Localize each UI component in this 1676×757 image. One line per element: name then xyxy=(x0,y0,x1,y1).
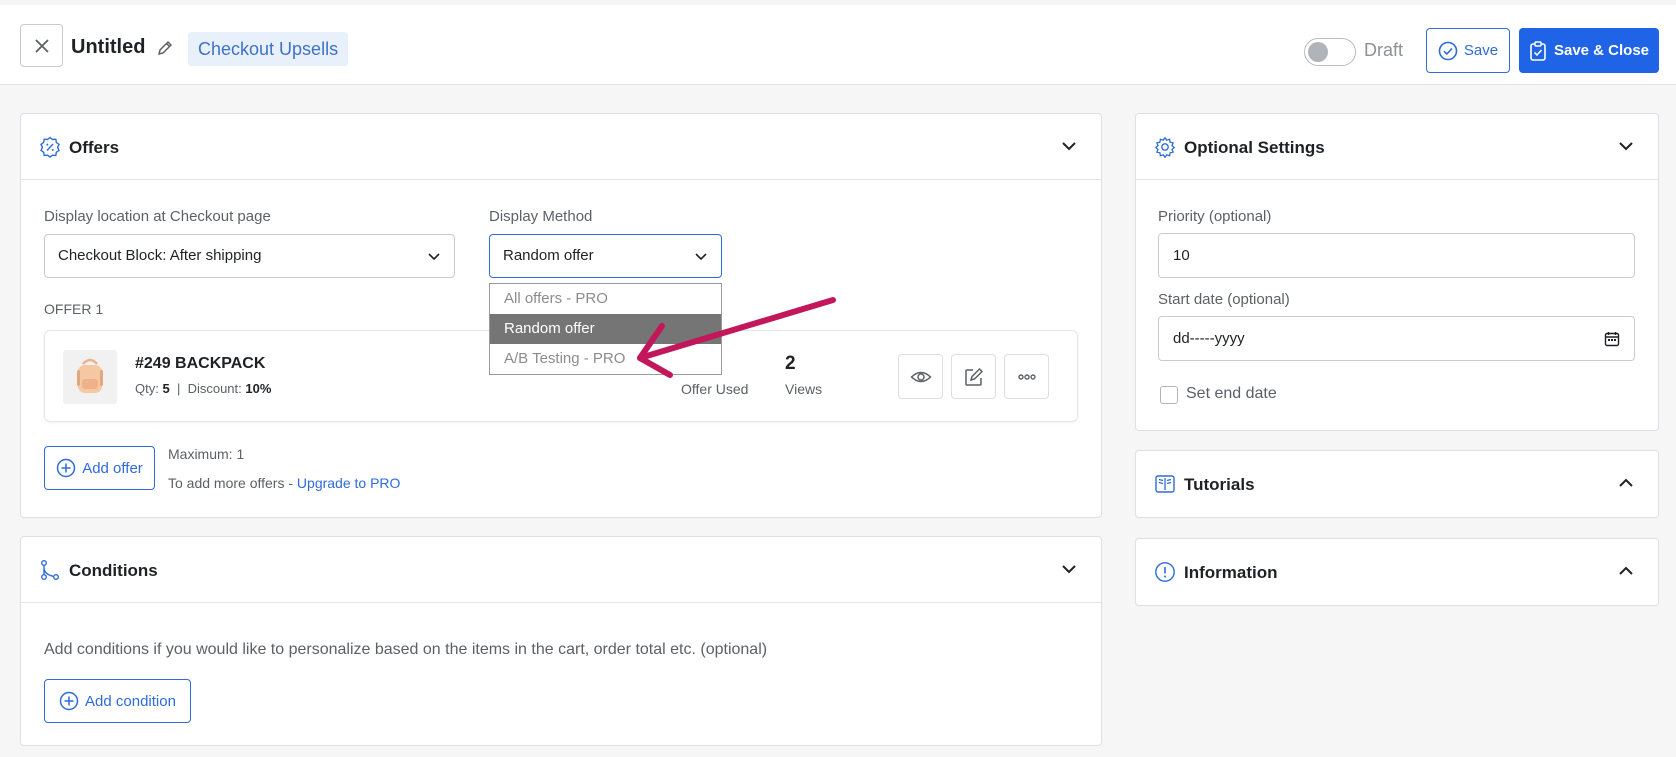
display-method-select[interactable]: Random offer xyxy=(489,234,722,278)
more-offers-text: To add more offers - Upgrade to PRO xyxy=(168,475,401,491)
chevron-down-icon[interactable] xyxy=(1616,136,1636,156)
option-all-offers[interactable]: All offers - PRO xyxy=(490,284,721,314)
optional-settings-header[interactable]: Optional Settings xyxy=(1136,114,1658,180)
priority-input[interactable]: 10 xyxy=(1158,233,1635,278)
offer-product-name: #249 BACKPACK xyxy=(135,355,266,372)
calendar-icon[interactable] xyxy=(1604,331,1620,347)
display-location-label: Display location at Checkout page xyxy=(44,208,271,225)
save-label: Save xyxy=(1463,42,1499,59)
save-button[interactable]: Save xyxy=(1426,28,1510,73)
pencil-icon[interactable] xyxy=(155,38,175,58)
add-offer-button[interactable]: Add offer xyxy=(44,446,155,490)
gear-icon xyxy=(1154,136,1176,158)
git-branch-icon xyxy=(41,560,59,580)
backpack-icon xyxy=(77,358,103,393)
priority-label: Priority (optional) xyxy=(1158,208,1272,225)
conditions-header[interactable]: Conditions xyxy=(21,537,1101,603)
eye-icon xyxy=(909,371,932,382)
display-location-value: Checkout Block: After shipping xyxy=(58,247,262,264)
option-random-offer[interactable]: Random offer xyxy=(490,314,721,344)
book-icon xyxy=(1155,475,1175,493)
display-method-options: All offers - PRO Random offer A/B Testin… xyxy=(489,283,722,375)
chevron-down-icon[interactable] xyxy=(1059,559,1079,579)
tutorials-header[interactable]: Tutorials xyxy=(1136,451,1658,517)
chevron-up-icon[interactable] xyxy=(1616,473,1636,493)
views-label: Views xyxy=(785,381,823,397)
set-end-date-checkbox[interactable] xyxy=(1160,386,1178,404)
close-icon xyxy=(34,38,49,53)
offer-heading: OFFER 1 xyxy=(44,301,104,317)
upgrade-link[interactable]: Upgrade to PRO xyxy=(297,475,401,491)
offer-meta: Qty: 5 | Discount: 10% xyxy=(135,381,272,396)
chevron-down-icon[interactable] xyxy=(1059,136,1079,156)
edit-icon xyxy=(964,367,983,386)
more-horizontal-icon xyxy=(1017,373,1036,380)
option-ab-testing[interactable]: A/B Testing - PRO xyxy=(490,344,721,374)
start-date-label: Start date (optional) xyxy=(1158,291,1290,308)
add-condition-label: Add condition xyxy=(85,692,176,710)
display-location-select[interactable]: Checkout Block: After shipping xyxy=(44,234,455,278)
offer-used-label: Offer Used xyxy=(681,381,749,397)
check-circle-icon xyxy=(1438,41,1458,60)
page-title: Untitled xyxy=(71,36,146,58)
information-card: Information xyxy=(1135,538,1659,606)
tutorials-title: Tutorials xyxy=(1184,475,1255,494)
chevron-up-icon[interactable] xyxy=(1616,561,1636,581)
draft-toggle[interactable] xyxy=(1304,38,1356,66)
preview-button[interactable] xyxy=(898,354,943,399)
save-close-label: Save & Close xyxy=(1553,42,1650,59)
start-date-input[interactable]: dd-----yyyy xyxy=(1158,316,1635,361)
draft-label: Draft xyxy=(1364,40,1404,60)
app-tag: Checkout Upsells xyxy=(188,32,349,66)
display-method-label: Display Method xyxy=(489,208,593,225)
tutorials-card: Tutorials xyxy=(1135,450,1659,518)
views-count: 2 xyxy=(785,353,796,374)
information-title: Information xyxy=(1184,563,1278,582)
more-options-button[interactable] xyxy=(1004,354,1049,399)
add-condition-button[interactable]: Add condition xyxy=(44,679,191,723)
optional-settings-title: Optional Settings xyxy=(1184,138,1325,157)
offers-header[interactable]: Offers xyxy=(21,114,1101,180)
start-date-value: dd-----yyyy xyxy=(1173,330,1245,347)
conditions-title: Conditions xyxy=(69,561,158,580)
display-method-value: Random offer xyxy=(503,247,594,264)
chevron-down-icon xyxy=(695,253,707,261)
plus-circle-icon xyxy=(56,458,76,478)
conditions-description: Add conditions if you would like to pers… xyxy=(44,641,768,658)
top-bar: Untitled Checkout Upsells Draft Save Sav… xyxy=(0,5,1676,85)
edit-button[interactable] xyxy=(951,354,996,399)
clipboard-check-icon xyxy=(1530,40,1546,61)
add-offer-label: Add offer xyxy=(82,459,143,477)
product-thumbnail xyxy=(63,350,117,404)
information-header[interactable]: Information xyxy=(1136,539,1658,605)
maximum-text: Maximum: 1 xyxy=(168,446,245,462)
chevron-down-icon xyxy=(428,253,440,261)
discount-badge-icon xyxy=(40,136,60,158)
info-circle-icon xyxy=(1155,562,1175,582)
plus-circle-icon xyxy=(59,691,79,711)
save-close-button[interactable]: Save & Close xyxy=(1519,28,1659,73)
offers-title: Offers xyxy=(69,138,120,157)
set-end-date-label: Set end date xyxy=(1186,385,1277,402)
close-button[interactable] xyxy=(20,24,63,67)
